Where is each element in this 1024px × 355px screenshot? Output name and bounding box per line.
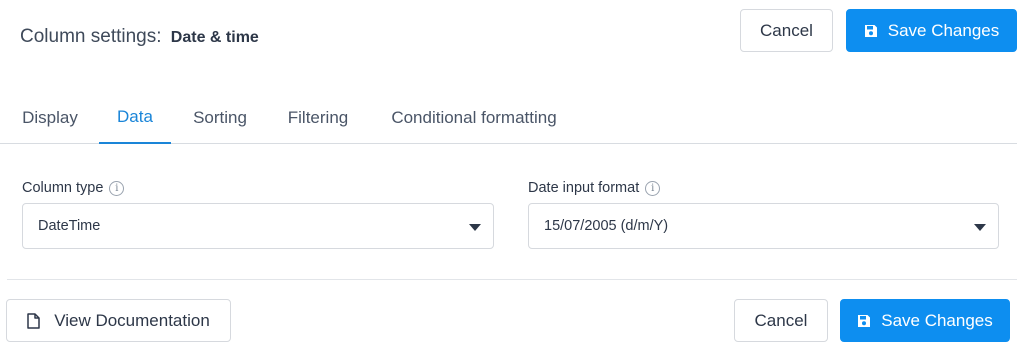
header-cancel-button[interactable]: Cancel xyxy=(740,9,833,52)
footer-save-label: Save Changes xyxy=(881,310,993,330)
date-input-format-value: 15/07/2005 (d/m/Y) xyxy=(544,218,669,234)
tab-conditional-formatting-label: Conditional formatting xyxy=(391,108,557,127)
tab-display[interactable]: Display xyxy=(7,92,93,144)
caret-down-icon xyxy=(469,224,481,231)
dialog-header: Column settings: Date & time Cancel Save… xyxy=(0,0,1024,64)
page-title-prefix: Column settings: xyxy=(20,26,162,47)
header-save-button[interactable]: Save Changes xyxy=(846,9,1017,52)
tab-display-label: Display xyxy=(22,108,78,127)
date-input-format-label-text: Date input format xyxy=(528,180,640,196)
info-icon[interactable]: i xyxy=(109,180,125,196)
column-type-value: DateTime xyxy=(38,218,101,234)
tab-filtering-label: Filtering xyxy=(287,108,349,127)
tab-sorting[interactable]: Sorting xyxy=(177,92,263,144)
view-documentation-button[interactable]: View Documentation xyxy=(6,299,231,342)
tab-sorting-label: Sorting xyxy=(193,108,247,127)
footer-divider xyxy=(7,279,1017,280)
footer-save-button[interactable]: Save Changes xyxy=(840,299,1010,342)
header-save-label: Save Changes xyxy=(887,20,1000,40)
document-icon xyxy=(27,312,40,329)
header-cancel-label: Cancel xyxy=(760,20,813,40)
column-type-select[interactable]: DateTime xyxy=(22,203,494,249)
page-title-column-name: Date & time xyxy=(170,29,259,46)
caret-down-icon xyxy=(974,224,986,231)
tab-filtering[interactable]: Filtering xyxy=(272,92,364,144)
view-documentation-label: View Documentation xyxy=(54,310,210,330)
date-input-format-select[interactable]: 15/07/2005 (d/m/Y) xyxy=(528,203,999,249)
column-type-label-text: Column type xyxy=(22,180,104,196)
save-icon xyxy=(864,24,877,37)
column-type-label: Column type i xyxy=(22,180,125,196)
tab-data-label: Data xyxy=(117,107,153,126)
tab-conditional-formatting[interactable]: Conditional formatting xyxy=(375,92,573,144)
tab-data[interactable]: Data xyxy=(99,92,171,144)
settings-tabs: Display Data Sorting Filtering Condition… xyxy=(0,92,1017,144)
info-icon[interactable]: i xyxy=(645,180,661,196)
footer-cancel-button[interactable]: Cancel xyxy=(734,299,828,342)
page-title: Column settings: Date & time xyxy=(20,26,259,48)
save-icon xyxy=(858,314,871,327)
date-input-format-label: Date input format i xyxy=(528,180,661,196)
footer-cancel-label: Cancel xyxy=(754,310,808,330)
